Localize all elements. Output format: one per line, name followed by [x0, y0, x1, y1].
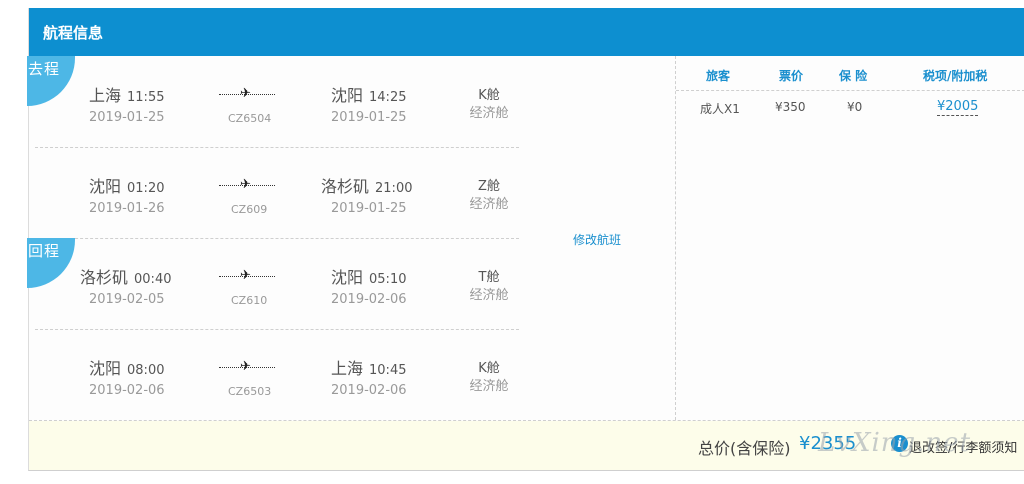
departure-time: 01:20 — [127, 181, 165, 196]
arrival-time: 21:00 — [375, 181, 413, 196]
cabin-class: T舱 — [478, 270, 500, 285]
departure-date: 2019-02-05 — [89, 292, 165, 307]
arrival-date: 2019-02-06 — [331, 292, 407, 307]
departure: 沈阳 08:00 — [89, 355, 164, 379]
passenger-cell: 成人X1 — [700, 102, 740, 116]
plane-icon: ✈ — [240, 86, 251, 101]
departure: 沈阳 01:20 — [89, 173, 164, 197]
fare-header: 票价 — [779, 69, 804, 83]
return-label: 回程 — [28, 242, 61, 260]
arrival-date: 2019-02-06 — [331, 383, 407, 398]
plane-icon: ✈ — [240, 177, 251, 192]
insurance-cell: ¥0 — [847, 100, 863, 114]
departure-time: 00:40 — [134, 272, 172, 287]
cabin-type: 经济舱 — [469, 106, 509, 121]
cabin-class: Z舱 — [478, 179, 500, 194]
flight-segment-2: 沈阳 01:20 2019-01-26 ✈ CZ609 洛杉矶 21:00 2019… — [29, 147, 529, 237]
arrival-date: 2019-01-25 — [331, 110, 407, 125]
departure-city: 沈阳 — [89, 359, 122, 378]
flight-segment-1: 上海 11:55 2019-01-25 ✈ CZ6504 沈阳 14:25 2019… — [29, 56, 529, 146]
plane-icon: ✈ — [240, 359, 251, 374]
plane-icon: ✈ — [240, 268, 251, 283]
flight-number: CZ6504 — [228, 112, 272, 125]
arrival-time: 05:10 — [369, 272, 407, 287]
arrival-city: 沈阳 — [331, 268, 364, 287]
modify-flight-link[interactable]: 修改航班 — [573, 231, 621, 248]
arrival-city: 沈阳 — [331, 86, 364, 105]
arrival-city: 上海 — [331, 359, 364, 378]
panel-title: 航程信息 — [43, 24, 104, 42]
arrival: 沈阳 05:10 — [331, 264, 406, 288]
departure: 洛杉矶 00:40 — [80, 264, 171, 288]
arrival: 沈阳 14:25 — [331, 82, 406, 106]
flight-segment-4: 沈阳 08:00 2019-02-06 ✈ CZ6503 上海 10:45 2019… — [29, 329, 529, 419]
outbound-label: 去程 — [28, 60, 61, 78]
tax-link[interactable]: ¥2005 — [937, 99, 979, 116]
cabin-type: 经济舱 — [469, 379, 509, 394]
passenger-header: 旅客 — [706, 69, 731, 83]
arrival: 洛杉矶 21:00 — [321, 173, 412, 197]
flight-number: CZ609 — [231, 203, 268, 216]
insurance-header: 保 险 — [839, 69, 868, 83]
tax-header: 税项/附加税 — [923, 69, 988, 83]
departure-time: 08:00 — [127, 363, 165, 378]
arrival-time: 14:25 — [369, 90, 407, 105]
column-divider — [675, 56, 676, 420]
cabin-type: 经济舱 — [469, 288, 509, 303]
flight-number: CZ610 — [231, 294, 268, 307]
arrival-time: 10:45 — [369, 363, 407, 378]
cabin-type: 经济舱 — [469, 197, 509, 212]
panel-header: 航程信息 — [29, 8, 1024, 56]
departure-date: 2019-01-25 — [89, 110, 165, 125]
itinerary-panel: 航程信息 上海 11:55 2019-01-25 ✈ CZ6504 沈阳 14:25… — [27, 8, 1024, 471]
flight-segment-3: 洛杉矶 00:40 2019-02-05 ✈ CZ610 沈阳 05:10 2019… — [29, 238, 529, 328]
departure-city: 沈阳 — [89, 177, 122, 196]
fare-cell: ¥350 — [775, 100, 806, 114]
flight-number: CZ6503 — [228, 385, 272, 398]
arrival-date: 2019-01-25 — [331, 201, 407, 216]
arrival: 上海 10:45 — [331, 355, 406, 379]
total-label: 总价(含保险) — [698, 439, 791, 458]
arrival-city: 洛杉矶 — [321, 177, 370, 196]
cabin-class: K舱 — [478, 88, 500, 103]
departure-city: 洛杉矶 — [80, 268, 129, 287]
watermark: LvXing.net — [818, 428, 972, 458]
departure-date: 2019-02-06 — [89, 383, 165, 398]
table-header-divider — [676, 90, 1024, 91]
departure-time: 11:55 — [127, 90, 165, 105]
departure-date: 2019-01-26 — [89, 201, 165, 216]
departure-city: 上海 — [89, 86, 122, 105]
departure: 上海 11:55 — [89, 82, 164, 106]
cabin-class: K舱 — [478, 361, 500, 376]
